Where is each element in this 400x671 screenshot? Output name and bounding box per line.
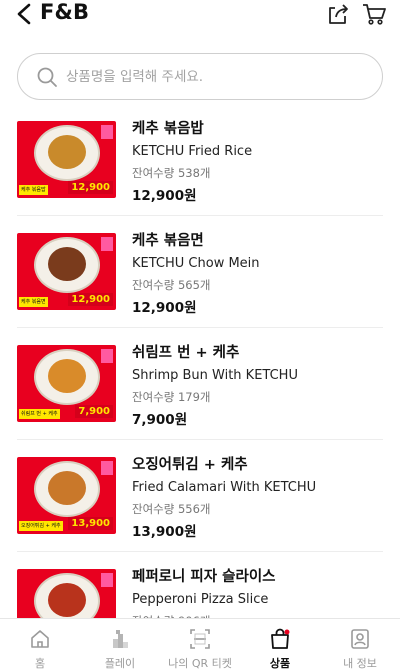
thumbnail-price-tag: 12,900 bbox=[68, 293, 113, 306]
share-icon[interactable] bbox=[325, 1, 351, 27]
product-info: 오징어튀김 + 케추 Fried Calamari With KETCHU 잔여… bbox=[132, 454, 382, 543]
product-price: 12,900원 bbox=[132, 188, 197, 204]
product-name-korean: 페퍼로니 피자 슬라이스 bbox=[132, 569, 276, 585]
cart-icon[interactable] bbox=[361, 1, 387, 27]
bottom-tab-bar: 홈 플레이 나의 QR 티켓 상품 내 정보 bbox=[0, 618, 400, 671]
thumbnail-name-tag: 케추 볶음밥 bbox=[19, 185, 48, 195]
product-list-item[interactable]: 케추 볶음면 12,900 케추 볶음면 KETCHU Chow Mein 잔여… bbox=[17, 216, 383, 328]
thumbnail-decoration bbox=[101, 237, 113, 251]
product-list-item[interactable]: 오징어튀김 + 케추 13,900 오징어튀김 + 케추 Fried Calam… bbox=[17, 440, 383, 552]
product-price: 7,900원 bbox=[132, 412, 188, 428]
search-icon bbox=[37, 67, 57, 87]
profile-icon bbox=[351, 629, 369, 649]
food-image bbox=[48, 359, 86, 393]
search-bar[interactable] bbox=[17, 53, 383, 100]
product-name-korean: 케추 볶음밥 bbox=[132, 121, 204, 137]
tab-home[interactable]: 홈 bbox=[0, 619, 80, 671]
header: F&B bbox=[0, 0, 400, 30]
product-thumbnail[interactable]: 쉬림프 번 + 케추 7,900 bbox=[17, 345, 116, 422]
tab-label: 플레이 bbox=[104, 657, 136, 670]
thumbnail-price-tag: 12,900 bbox=[68, 181, 113, 194]
stock-count: 잔여수량 565개 bbox=[132, 278, 211, 292]
thumbnail-decoration bbox=[101, 349, 113, 363]
product-info: 케추 볶음면 KETCHU Chow Mein 잔여수량 565개 12,900… bbox=[132, 230, 382, 319]
product-name-korean: 케추 볶음면 bbox=[132, 233, 204, 249]
chevron-left-icon[interactable] bbox=[14, 2, 36, 26]
product-list-item[interactable]: 케추 볶음밥 12,900 케추 볶음밥 KETCHU Fried Rice 잔… bbox=[17, 104, 383, 216]
product-name-english: Shrimp Bun With KETCHU bbox=[132, 368, 298, 383]
stock-count: 잔여수량 179개 bbox=[132, 390, 211, 404]
thumbnail-price-tag: 7,900 bbox=[75, 405, 113, 418]
tab-label: 상품 bbox=[269, 657, 291, 670]
tab-label: 홈 bbox=[34, 657, 46, 670]
tab-label: 내 정보 bbox=[343, 657, 377, 670]
thumbnail-price-tag: 13,900 bbox=[68, 517, 113, 530]
food-image bbox=[48, 471, 86, 505]
product-price: 12,900원 bbox=[132, 300, 197, 316]
thumbnail-name-tag: 케추 볶음면 bbox=[19, 297, 48, 307]
stock-count: 잔여수량 556개 bbox=[132, 502, 211, 516]
product-name-korean: 오징어튀김 + 케추 bbox=[132, 457, 248, 473]
product-thumbnail[interactable]: 오징어튀김 + 케추 13,900 bbox=[17, 457, 116, 534]
product-name-korean: 쉬림프 번 + 케추 bbox=[132, 345, 240, 361]
thumbnail-decoration bbox=[101, 125, 113, 139]
thumbnail-decoration bbox=[101, 573, 113, 587]
product-thumbnail[interactable]: 케추 볶음밥 12,900 bbox=[17, 121, 116, 198]
tab-shopping-bag[interactable]: 상품 bbox=[240, 619, 320, 671]
thumbnail-decoration bbox=[101, 461, 113, 475]
food-image bbox=[48, 583, 86, 617]
product-info: 케추 볶음밥 KETCHU Fried Rice 잔여수량 538개 12,90… bbox=[132, 118, 382, 207]
search-input[interactable] bbox=[66, 65, 366, 89]
tab-profile[interactable]: 내 정보 bbox=[320, 619, 400, 671]
play-icon bbox=[113, 630, 128, 648]
product-name-english: Pepperoni Pizza Slice bbox=[132, 592, 269, 607]
product-list-item[interactable]: 쉬림프 번 + 케추 7,900 쉬림프 번 + 케추 Shrimp Bun W… bbox=[17, 328, 383, 440]
product-name-english: Fried Calamari With KETCHU bbox=[132, 480, 317, 495]
product-thumbnail[interactable]: 케추 볶음면 12,900 bbox=[17, 233, 116, 310]
product-list: 케추 볶음밥 12,900 케추 볶음밥 KETCHU Fried Rice 잔… bbox=[0, 104, 400, 664]
tab-label: 나의 QR 티켓 bbox=[168, 657, 232, 670]
qr-ticket-icon bbox=[190, 629, 210, 649]
thumbnail-name-tag: 쉬림프 번 + 케추 bbox=[19, 409, 60, 419]
product-info: 쉬림프 번 + 케추 Shrimp Bun With KETCHU 잔여수량 1… bbox=[132, 342, 382, 431]
home-icon bbox=[31, 630, 49, 648]
product-name-english: KETCHU Fried Rice bbox=[132, 144, 253, 159]
shopping-bag-icon bbox=[271, 628, 290, 649]
tab-play[interactable]: 플레이 bbox=[80, 619, 160, 671]
thumbnail-name-tag: 오징어튀김 + 케추 bbox=[19, 521, 63, 531]
food-image bbox=[48, 247, 86, 281]
product-name-english: KETCHU Chow Mein bbox=[132, 256, 260, 271]
page-title: F&B bbox=[40, 0, 90, 24]
tab-qr-ticket[interactable]: 나의 QR 티켓 bbox=[160, 619, 240, 671]
food-image bbox=[48, 135, 86, 169]
stock-count: 잔여수량 538개 bbox=[132, 166, 211, 180]
product-price: 13,900원 bbox=[132, 524, 197, 540]
